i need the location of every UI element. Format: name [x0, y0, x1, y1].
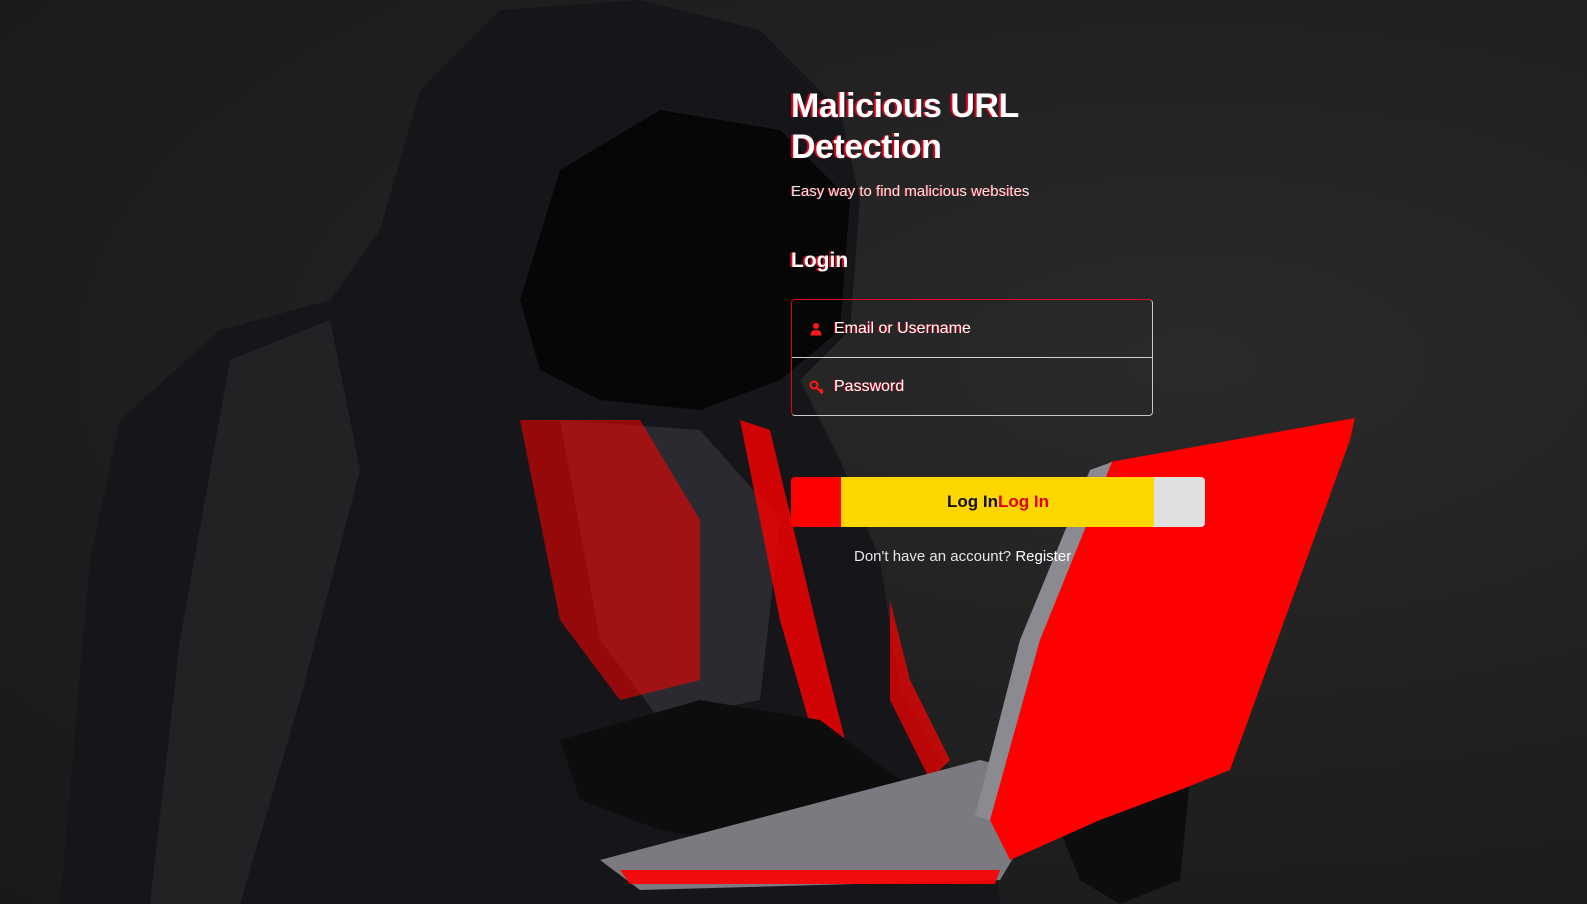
app-subtitle: Easy way to find malicious websites	[791, 183, 1030, 200]
register-link[interactable]: Register	[1015, 548, 1071, 565]
username-input[interactable]	[834, 319, 1134, 338]
user-icon	[808, 321, 824, 337]
login-form	[791, 299, 1153, 416]
password-input[interactable]	[834, 378, 1134, 396]
key-icon	[808, 379, 824, 395]
login-button-label-accent: Log In	[998, 492, 1049, 511]
login-button-label: Log In	[947, 492, 998, 511]
login-button[interactable]: Log InLog In	[791, 477, 1205, 527]
login-heading: Login	[791, 249, 849, 272]
app-title: Malicious URL Detection	[791, 87, 1019, 166]
username-field-row	[792, 300, 1152, 358]
register-prompt-line: Don't have an account? Register	[854, 548, 1071, 565]
password-field-row	[792, 358, 1152, 416]
register-prompt-text: Don't have an account?	[854, 548, 1012, 565]
login-page: Malicious URL Detection Easy way to find…	[0, 0, 1587, 904]
laptop-base-edge	[620, 870, 1000, 884]
